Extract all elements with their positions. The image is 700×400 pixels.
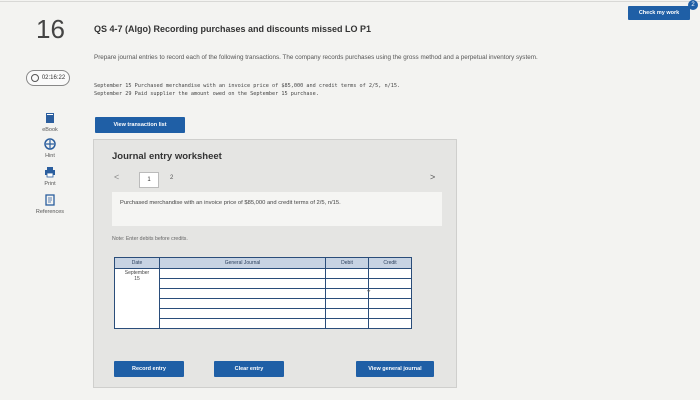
prev-transaction-chevron-icon[interactable]: <	[114, 172, 119, 182]
debit-input[interactable]	[325, 288, 369, 299]
sidebar-item-label: eBook	[42, 127, 58, 133]
transaction-list: September 15 Purchased merchandise with …	[94, 82, 400, 98]
account-input[interactable]	[159, 298, 326, 309]
account-input[interactable]	[159, 288, 326, 299]
table-header-row: Date General Journal Debit Credit	[114, 257, 412, 269]
debit-input[interactable]	[325, 268, 369, 279]
account-input[interactable]	[159, 268, 326, 279]
date-header: Date	[114, 257, 160, 269]
table-row: September 15	[114, 268, 412, 329]
account-input[interactable]	[159, 318, 326, 329]
credit-input[interactable]	[368, 268, 412, 279]
sidebar-item-label: Print	[44, 181, 56, 187]
top-divider	[0, 1, 700, 2]
sidebar-item-label: Hint	[45, 153, 55, 159]
tab-2[interactable]: 2	[170, 175, 173, 181]
question-title: QS 4-7 (Algo) Recording purchases and di…	[94, 24, 372, 34]
debit-header: Debit	[325, 257, 369, 269]
sidebar-item-print[interactable]: Print	[30, 166, 70, 187]
table-row	[115, 298, 412, 309]
references-icon	[45, 194, 55, 206]
record-entry-button[interactable]: Record entry	[114, 361, 184, 377]
book-icon	[46, 113, 54, 123]
check-my-work-button[interactable]: Check my work	[628, 6, 690, 20]
sidebar-item-hint[interactable]: Hint	[30, 138, 70, 159]
account-input[interactable]	[159, 308, 326, 319]
debit-input[interactable]	[325, 278, 369, 289]
debit-input[interactable]	[325, 298, 369, 309]
next-transaction-chevron-icon[interactable]: >	[430, 172, 435, 182]
transaction-description-box: Purchased merchandise with an invoice pr…	[112, 192, 442, 226]
journal-entry-worksheet: Journal entry worksheet < 1 2 > Purchase…	[93, 139, 457, 388]
transaction-1: September 15 Purchased merchandise with …	[94, 83, 401, 89]
print-icon	[45, 167, 55, 178]
hint-icon	[44, 138, 56, 150]
credit-input[interactable]	[368, 298, 412, 309]
transaction-description: Purchased merchandise with an invoice pr…	[120, 200, 341, 206]
question-intro: Prepare journal entries to record each o…	[94, 54, 538, 61]
sidebar-item-ebook[interactable]: eBook	[30, 112, 70, 133]
view-transaction-list-button[interactable]: View transaction list	[95, 117, 185, 133]
worksheet-title: Journal entry worksheet	[112, 151, 222, 162]
question-number: 16	[36, 14, 65, 44]
credit-input[interactable]	[368, 318, 412, 329]
tab-1[interactable]: 1	[139, 172, 159, 188]
date-cell: September 15	[114, 268, 160, 329]
credit-input[interactable]	[368, 308, 412, 319]
mouse-cursor-icon: ⌖	[367, 289, 371, 295]
sidebar-item-references[interactable]: References	[30, 194, 70, 215]
table-row	[115, 278, 412, 289]
check-count-badge: 2	[688, 0, 698, 10]
date-day: 15	[134, 276, 140, 282]
view-general-journal-button[interactable]: View general journal	[356, 361, 434, 377]
clock-icon	[30, 74, 39, 82]
account-input[interactable]	[159, 278, 326, 289]
credit-input[interactable]	[368, 278, 412, 289]
page: 16 02:16:22 eBook Hint Print References …	[0, 0, 700, 400]
debit-input[interactable]	[325, 318, 369, 329]
sidebar-item-label: References	[35, 209, 65, 215]
debits-note: Note: Enter debits before credits.	[112, 236, 188, 242]
timer-value: 02:16:22	[41, 75, 66, 81]
debit-input[interactable]	[325, 308, 369, 319]
timer: 02:16:22	[26, 70, 70, 86]
general-journal-header: General Journal	[159, 257, 326, 269]
clear-entry-button[interactable]: Clear entry	[214, 361, 284, 377]
transaction-2: September 29 Paid supplier the amount ow…	[94, 91, 319, 97]
table-row	[115, 318, 412, 329]
table-row	[115, 308, 412, 319]
credit-header: Credit	[368, 257, 412, 269]
